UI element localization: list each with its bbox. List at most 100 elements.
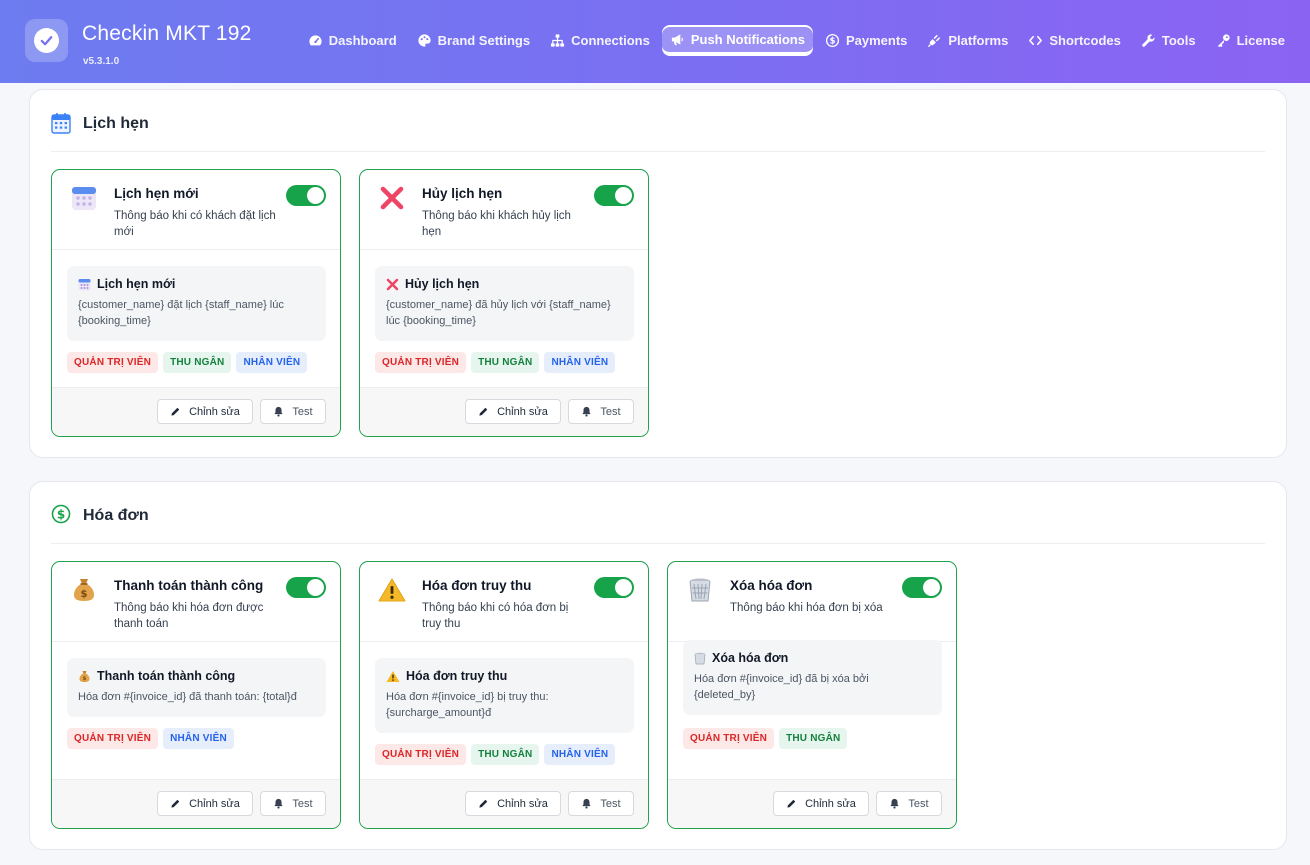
edit-button[interactable]: Chỉnh sửa xyxy=(465,399,561,424)
dollar-icon: $ xyxy=(825,33,840,48)
role-badge-admin: QUẢN TRỊ VIÊN xyxy=(67,728,159,749)
role-badge-staff: NHÂN VIÊN xyxy=(236,352,308,373)
top-bar: Checkin MKT 192 v5.3.1.0 Dashboard Brand… xyxy=(0,0,1310,83)
bell-icon xyxy=(582,798,592,809)
role-badge-staff: NHÂN VIÊN xyxy=(544,744,616,765)
bell-icon xyxy=(274,406,284,417)
edit-button[interactable]: Chỉnh sửa xyxy=(465,791,561,816)
svg-text:$: $ xyxy=(81,589,88,600)
message-preview: $ Thanh toán thành công Hóa đơn #{invoic… xyxy=(67,658,326,717)
toggle-knob xyxy=(307,187,324,204)
toggle-knob xyxy=(615,579,632,596)
nav-license[interactable]: License xyxy=(1208,25,1293,56)
preview-title-text: Thanh toán thành công xyxy=(97,669,236,683)
card-title: Xóa hóa đơn xyxy=(730,578,813,593)
nav-connections[interactable]: Connections xyxy=(542,25,658,56)
edit-button[interactable]: Chỉnh sửa xyxy=(157,791,253,816)
section-title: Lịch hẹn xyxy=(83,115,149,132)
edit-button[interactable]: Chỉnh sửa xyxy=(157,399,253,424)
wastebasket-icon xyxy=(686,576,714,604)
nav-push-notifications[interactable]: Push Notifications xyxy=(661,25,813,56)
test-button[interactable]: Test xyxy=(568,399,634,424)
calendar-icon xyxy=(70,184,98,212)
notification-card: $ Thanh toán thành công Thông báo khi hó… xyxy=(51,561,341,829)
role-badge-admin: QUẢN TRỊ VIÊN xyxy=(375,744,467,765)
nav-label: Payments xyxy=(845,33,908,48)
edit-button-label: Chỉnh sửa xyxy=(189,797,240,810)
preview-body: Hóa đơn #{invoice_id} bị truy thu: {surc… xyxy=(386,691,549,719)
preview-title: Xóa hóa đơn xyxy=(694,651,931,665)
preview-title: Lịch hẹn mới xyxy=(78,277,315,291)
pencil-icon xyxy=(479,407,488,416)
role-badge-cashier: THU NGÂN xyxy=(471,744,540,765)
enable-toggle[interactable] xyxy=(902,577,942,598)
section-invoices: $ Hóa đơn $ Thanh toán thành công Thông … xyxy=(29,481,1287,850)
card-description: Thông báo khi khách hủy lịch hẹn xyxy=(422,210,571,238)
card-header: Hóa đơn truy thu Thông báo khi có hóa đơ… xyxy=(360,562,648,642)
enable-toggle[interactable] xyxy=(286,185,326,206)
edit-button-label: Chỉnh sửa xyxy=(189,405,240,418)
role-badge-staff: NHÂN VIÊN xyxy=(163,728,234,749)
test-button-label: Test xyxy=(292,405,313,418)
svg-text:$: $ xyxy=(83,676,87,682)
edit-button-label: Chỉnh sửa xyxy=(805,797,856,810)
svg-text:$: $ xyxy=(57,507,65,521)
preview-title-text: Hóa đơn truy thu xyxy=(406,669,508,683)
role-badges: QUẢN TRỊ VIÊN THU NGÂN NHÂN VIÊN xyxy=(375,352,616,373)
role-badge-cashier: THU NGÂN xyxy=(779,728,848,749)
test-button[interactable]: Test xyxy=(568,791,634,816)
role-badges: QUẢN TRỊ VIÊN THU NGÂN xyxy=(683,728,848,749)
nav-label: Push Notifications xyxy=(690,32,805,47)
role-badge-cashier: THU NGÂN xyxy=(471,352,540,373)
role-badge-admin: QUẢN TRỊ VIÊN xyxy=(67,352,159,373)
nav-brand-settings[interactable]: Brand Settings xyxy=(409,25,538,56)
nav-label: Shortcodes xyxy=(1049,33,1121,48)
card-title: Hủy lịch hẹn xyxy=(422,186,503,201)
edit-button[interactable]: Chỉnh sửa xyxy=(773,791,869,816)
message-preview: Xóa hóa đơn Hóa đơn #{invoice_id} đã bị … xyxy=(683,640,942,715)
main-nav: Dashboard Brand Settings Connections Pus… xyxy=(300,25,1293,56)
preview-title-text: Xóa hóa đơn xyxy=(712,651,789,665)
test-button[interactable]: Test xyxy=(260,399,326,424)
enable-toggle[interactable] xyxy=(594,577,634,598)
card-header: Hủy lịch hẹn Thông báo khi khách hủy lịc… xyxy=(360,170,648,250)
cross-mark-icon xyxy=(378,184,406,212)
edit-button-label: Chỉnh sửa xyxy=(497,405,548,418)
nav-tools[interactable]: Tools xyxy=(1133,25,1204,56)
bell-icon xyxy=(890,798,900,809)
test-button-label: Test xyxy=(600,405,621,418)
preview-body: Hóa đơn #{invoice_id} đã thanh toán: {to… xyxy=(78,691,297,703)
message-preview: Lịch hẹn mới {customer_name} đặt lịch {s… xyxy=(67,266,326,341)
preview-body: {customer_name} đã hủy lịch với {staff_n… xyxy=(386,299,611,327)
test-button[interactable]: Test xyxy=(876,791,942,816)
toggle-knob xyxy=(307,579,324,596)
wrench-icon xyxy=(1142,34,1155,47)
enable-toggle[interactable] xyxy=(594,185,634,206)
nav-payments[interactable]: $ Payments xyxy=(817,25,915,56)
enable-toggle[interactable] xyxy=(286,577,326,598)
toggle-knob xyxy=(615,187,632,204)
nav-platforms[interactable]: Platforms xyxy=(919,25,1016,56)
section-header: Lịch hẹn xyxy=(51,112,1265,152)
role-badges: QUẢN TRỊ VIÊN THU NGÂN NHÂN VIÊN xyxy=(67,352,308,373)
card-description: Thông báo khi hóa đơn bị xóa xyxy=(730,602,883,614)
pencil-icon xyxy=(787,799,796,808)
svg-text:$: $ xyxy=(830,36,836,46)
card-header: Lịch hẹn mới Thông báo khi có khách đặt … xyxy=(52,170,340,250)
test-button[interactable]: Test xyxy=(260,791,326,816)
test-button-label: Test xyxy=(908,797,929,810)
card-footer: Chỉnh sửa Test xyxy=(52,779,340,828)
calendar-icon xyxy=(51,113,71,134)
nav-shortcodes[interactable]: Shortcodes xyxy=(1020,25,1129,56)
card-title: Thanh toán thành công xyxy=(114,578,264,593)
nav-dashboard[interactable]: Dashboard xyxy=(300,25,405,56)
card-description: Thông báo khi hóa đơn được thanh toán xyxy=(114,602,264,630)
message-preview: Hủy lịch hẹn {customer_name} đã hủy lịch… xyxy=(375,266,634,341)
role-badge-admin: QUẢN TRỊ VIÊN xyxy=(375,352,467,373)
warning-icon xyxy=(386,670,400,682)
card-title: Lịch hẹn mới xyxy=(114,186,199,201)
money-bag-icon: $ xyxy=(70,576,98,604)
section-appointments: Lịch hẹn Lịch hẹn mới Thông báo khi có k… xyxy=(29,89,1287,458)
section-title: Hóa đơn xyxy=(83,507,149,524)
test-button-label: Test xyxy=(600,797,621,810)
